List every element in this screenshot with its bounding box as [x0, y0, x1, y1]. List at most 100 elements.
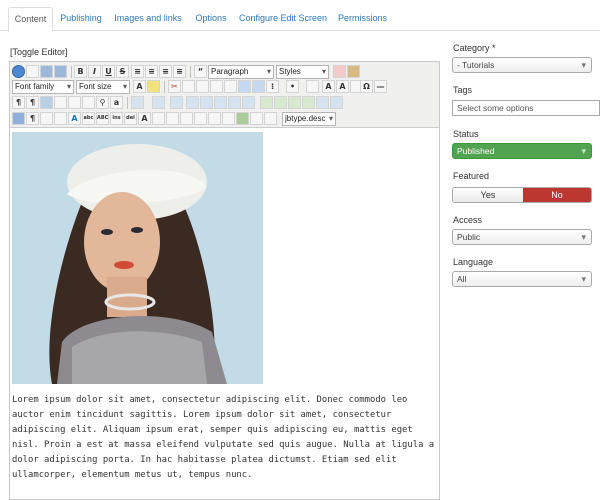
paste-word-icon[interactable] [224, 80, 237, 93]
toolbar-row-2: Font family Font size A ✂ ⁝ • A A Ω — [10, 80, 439, 96]
layer-icon[interactable] [316, 96, 329, 109]
table-delete-icon[interactable] [302, 96, 315, 109]
featured-no-button[interactable]: No [523, 188, 591, 202]
tab-options[interactable]: Options [191, 7, 231, 31]
horizontal-rule-icon[interactable]: — [374, 80, 387, 93]
featured-yes-button[interactable]: Yes [453, 188, 523, 202]
fullscreen-icon[interactable] [40, 96, 53, 109]
abbr-icon[interactable]: abc [82, 112, 95, 125]
access-select[interactable]: Public [452, 229, 592, 245]
unlink-icon[interactable] [194, 112, 207, 125]
row-props-icon[interactable] [152, 96, 165, 109]
tab-permissions[interactable]: Permissions [335, 7, 390, 31]
align-left-icon[interactable]: ≡ [159, 65, 172, 78]
align-center-icon[interactable]: ≡ [145, 65, 158, 78]
ordered-list-icon[interactable] [238, 80, 251, 93]
link-icon[interactable] [180, 112, 193, 125]
blockquote-icon[interactable]: “ [194, 65, 207, 78]
highlight-icon[interactable] [147, 80, 160, 93]
visual-aid-icon[interactable] [12, 112, 25, 125]
split-cells-icon[interactable] [274, 96, 287, 109]
bullet-list-icon[interactable]: • [286, 80, 299, 93]
cell-props-icon[interactable] [170, 96, 183, 109]
paste-icon[interactable] [196, 80, 209, 93]
language-select[interactable]: All [452, 271, 592, 287]
special-character-icon[interactable]: Ω [360, 80, 373, 93]
style-props-icon[interactable]: A [68, 112, 81, 125]
styles-select[interactable]: Styles [276, 65, 329, 79]
insert-image-icon[interactable] [236, 112, 249, 125]
cleanup-icon[interactable] [347, 65, 360, 78]
insert-col-before-icon[interactable] [228, 96, 241, 109]
font-family-select[interactable]: Font family [12, 80, 74, 94]
rtl-icon[interactable]: ¶ [26, 96, 39, 109]
new-document-icon[interactable] [26, 65, 39, 78]
insert-row-after-icon[interactable] [200, 96, 213, 109]
ins-icon[interactable]: del [124, 112, 137, 125]
status-label: Status [453, 129, 479, 139]
status-select[interactable]: Published [452, 143, 592, 159]
delete-col-icon[interactable] [260, 96, 273, 109]
attributes-icon[interactable]: A [138, 112, 151, 125]
pagebreak-icon[interactable] [222, 112, 235, 125]
jbtype-select[interactable]: jbtype.desc [282, 112, 336, 126]
image-icon[interactable] [152, 112, 165, 125]
cut-icon[interactable]: ✂ [168, 80, 181, 93]
del-icon[interactable]: ins [110, 112, 123, 125]
strikethrough-icon[interactable]: S [116, 65, 129, 78]
indent-icon[interactable] [306, 80, 319, 93]
redo-icon[interactable] [54, 65, 67, 78]
print-icon[interactable] [82, 96, 95, 109]
tab-publishing[interactable]: Publishing [57, 7, 105, 31]
anchor-icon[interactable] [166, 112, 179, 125]
media-icon[interactable] [208, 112, 221, 125]
preview-icon[interactable] [54, 96, 67, 109]
tags-input[interactable]: Select some options [452, 100, 600, 116]
merge-cells-icon[interactable] [288, 96, 301, 109]
tab-configure-edit-screen[interactable]: Configure Edit Screen [237, 7, 329, 31]
cite-icon[interactable] [54, 112, 67, 125]
article-body-text[interactable]: Lorem ipsum dolor sit amet, consectetur … [12, 393, 437, 483]
font-size-select[interactable]: Font size [76, 80, 130, 94]
undo-icon[interactable] [40, 65, 53, 78]
delete-row-icon[interactable] [214, 96, 227, 109]
bold-icon[interactable]: B [74, 65, 87, 78]
find-icon[interactable]: ⚲ [96, 96, 109, 109]
featured-label: Featured [453, 171, 490, 181]
absolute-icon[interactable] [330, 96, 343, 109]
tags-label: Tags [453, 85, 473, 95]
template-icon[interactable] [40, 112, 53, 125]
replace-icon[interactable]: a [110, 96, 123, 109]
toggle-editor-link[interactable]: [Toggle Editor] [10, 47, 68, 57]
acronym-icon[interactable]: ABC [96, 112, 109, 125]
help-icon[interactable] [12, 65, 25, 78]
insert-date-icon[interactable] [68, 96, 81, 109]
underline-icon[interactable]: U [102, 65, 115, 78]
rich-text-editor: B I U S ≡ ≡ ≡ ≡ “ Paragraph Styles Font … [9, 61, 440, 500]
insert-row-before-icon[interactable] [186, 96, 199, 109]
align-justify-icon[interactable]: ≡ [131, 65, 144, 78]
italic-icon[interactable]: I [88, 65, 101, 78]
numbered-list-icon[interactable]: ⁝ [266, 80, 279, 93]
toolbar-row-1: B I U S ≡ ≡ ≡ ≡ “ Paragraph Styles [10, 65, 439, 81]
eraser-icon[interactable] [333, 65, 346, 78]
article-link-icon[interactable] [264, 112, 277, 125]
editor-content-area[interactable]: Lorem ipsum dolor sit amet, consectetur … [10, 128, 439, 499]
outdent-icon[interactable] [252, 80, 265, 93]
tab-images-and-links[interactable]: Images and links [112, 7, 184, 31]
table-icon[interactable] [131, 96, 144, 109]
access-label: Access [453, 215, 483, 225]
align-right-icon[interactable]: ≡ [173, 65, 186, 78]
readmore-icon[interactable] [250, 112, 263, 125]
superscript-icon[interactable]: A [336, 80, 349, 93]
ltr-icon[interactable]: ¶ [12, 96, 25, 109]
copy-icon[interactable] [182, 80, 195, 93]
tab-content[interactable]: Content [8, 7, 53, 32]
insert-col-after-icon[interactable] [242, 96, 255, 109]
paste-text-icon[interactable] [210, 80, 223, 93]
category-select[interactable]: - Tutorials [452, 57, 592, 73]
text-color-icon[interactable]: A [133, 80, 146, 93]
show-blocks-icon[interactable]: ¶ [26, 112, 39, 125]
format-select[interactable]: Paragraph [208, 65, 274, 79]
subscript-icon[interactable]: A [322, 80, 335, 93]
